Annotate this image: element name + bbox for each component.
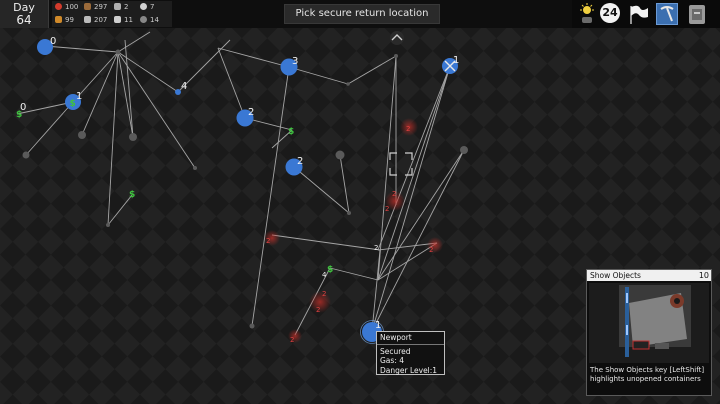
top-bar: Day 64 100 297 2 7 99 207 11 14 Pick sec… <box>0 0 720 28</box>
pickaxe-tool-icon[interactable] <box>656 3 678 25</box>
ammo-icon <box>84 16 91 23</box>
game-screen: 2 2 2 2 2 2 2 2 $ $ $ $ $ 0 1 4 3 1 2 2 … <box>0 0 720 404</box>
food-icon <box>55 16 62 23</box>
hint-illustration <box>589 283 709 363</box>
cash-icon: $ <box>288 127 294 137</box>
bones-icon <box>114 16 121 23</box>
stat-time: 14 <box>140 15 159 26</box>
day-number: 64 <box>16 13 32 27</box>
north-chevron-icon[interactable] <box>390 31 404 45</box>
waypoint-label: 4 <box>322 271 327 279</box>
health-icon <box>55 3 62 10</box>
danger-label: 2 <box>406 125 410 133</box>
node-label: 1 <box>453 55 459 66</box>
hint-counter: 10 <box>698 271 709 280</box>
stat-parts: 2 <box>114 2 128 13</box>
danger-label: 2 <box>392 190 396 198</box>
node-label: 1 <box>76 91 82 102</box>
cash-icon: $ <box>129 190 135 200</box>
cash-icon: $ <box>327 265 333 275</box>
node-label: 1 <box>375 320 381 331</box>
danger-label: 2 <box>290 336 294 344</box>
hint-text: The Show Objects key [LeftShift] highlig… <box>590 366 705 383</box>
stat-health: 100 <box>55 2 78 13</box>
stat-ammo: 207 <box>84 15 107 26</box>
stat-food: 99 <box>55 15 74 26</box>
node-label: 0 <box>20 102 26 113</box>
clock-icon <box>140 16 147 23</box>
hint-header: Show Objects 10 <box>587 270 711 281</box>
location-name: Newport <box>377 333 444 345</box>
hint-title: Show Objects <box>590 271 641 280</box>
node-label: 0 <box>50 36 56 47</box>
stat-stamina: 7 <box>140 2 154 13</box>
node-label: 4 <box>181 81 187 92</box>
objective-banner: Pick secure return location <box>284 4 440 24</box>
location-status: Secured <box>380 346 411 356</box>
location-gas: Gas: 4 <box>380 356 404 366</box>
parts-icon <box>114 3 121 10</box>
danger-label: 2 <box>266 237 270 245</box>
location-tooltip: Newport Secured Gas: 4 Danger Level:1 <box>376 331 445 375</box>
location-danger: Danger Level:1 <box>380 365 438 375</box>
stamina-icon <box>140 3 147 10</box>
waypoint-label: 2 <box>374 244 378 252</box>
day-counter: Day 64 <box>0 0 49 28</box>
danger-label: 2 <box>322 290 326 298</box>
tool-tray: 24 <box>572 0 720 28</box>
hint-panel: Show Objects 10 The Show Objects key [Le… <box>586 269 712 396</box>
weather-icon[interactable] <box>578 3 596 25</box>
stat-sticks: 297 <box>84 2 107 13</box>
node-label: 3 <box>292 56 298 67</box>
danger-label: 2 <box>385 205 389 213</box>
cash-icon: $ <box>70 99 76 109</box>
time-badge[interactable]: 24 <box>600 3 620 23</box>
stat-bones: 11 <box>114 15 133 26</box>
danger-label: 2 <box>429 246 433 254</box>
stick-icon <box>84 3 91 10</box>
node-label: 2 <box>297 156 303 167</box>
flag-icon[interactable] <box>628 3 650 25</box>
node-label: 2 <box>248 107 254 118</box>
danger-label: 2 <box>316 306 320 314</box>
backpack-icon[interactable] <box>686 3 708 25</box>
resource-stats: 100 297 2 7 99 207 11 14 <box>52 1 172 27</box>
